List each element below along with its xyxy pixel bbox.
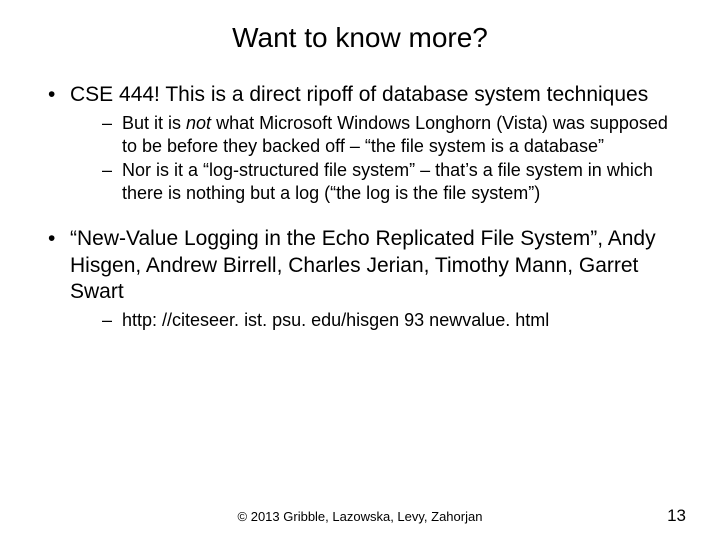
bullet-item-2: “New-Value Logging in the Echo Replicate… [40, 226, 680, 331]
sub-bullet-text: http: //citeseer. ist. psu. edu/hisgen 9… [122, 310, 549, 330]
bullet-text: “New-Value Logging in the Echo Replicate… [70, 227, 656, 303]
bullet-item-1: CSE 444! This is a direct ripoff of data… [40, 82, 680, 204]
bullet-list: CSE 444! This is a direct ripoff of data… [40, 82, 680, 332]
slide-title: Want to know more? [0, 0, 720, 64]
slide: Want to know more? CSE 444! This is a di… [0, 0, 720, 540]
sub-bullet-item: Nor is it a “log-structured file system”… [98, 159, 680, 204]
sub-bullet-text-em: not [186, 113, 211, 133]
sub-bullet-list: But it is not what Microsoft Windows Lon… [70, 112, 680, 204]
page-number: 13 [667, 506, 686, 526]
sub-bullet-list: http: //citeseer. ist. psu. edu/hisgen 9… [70, 309, 680, 332]
sub-bullet-text-pre: But it is [122, 113, 186, 133]
sub-bullet-text: Nor is it a “log-structured file system”… [122, 160, 653, 203]
sub-bullet-item: http: //citeseer. ist. psu. edu/hisgen 9… [98, 309, 680, 332]
sub-bullet-item: But it is not what Microsoft Windows Lon… [98, 112, 680, 157]
slide-content: CSE 444! This is a direct ripoff of data… [0, 64, 720, 332]
footer-copyright: © 2013 Gribble, Lazowska, Levy, Zahorjan [0, 509, 720, 524]
bullet-text: CSE 444! This is a direct ripoff of data… [70, 83, 648, 106]
